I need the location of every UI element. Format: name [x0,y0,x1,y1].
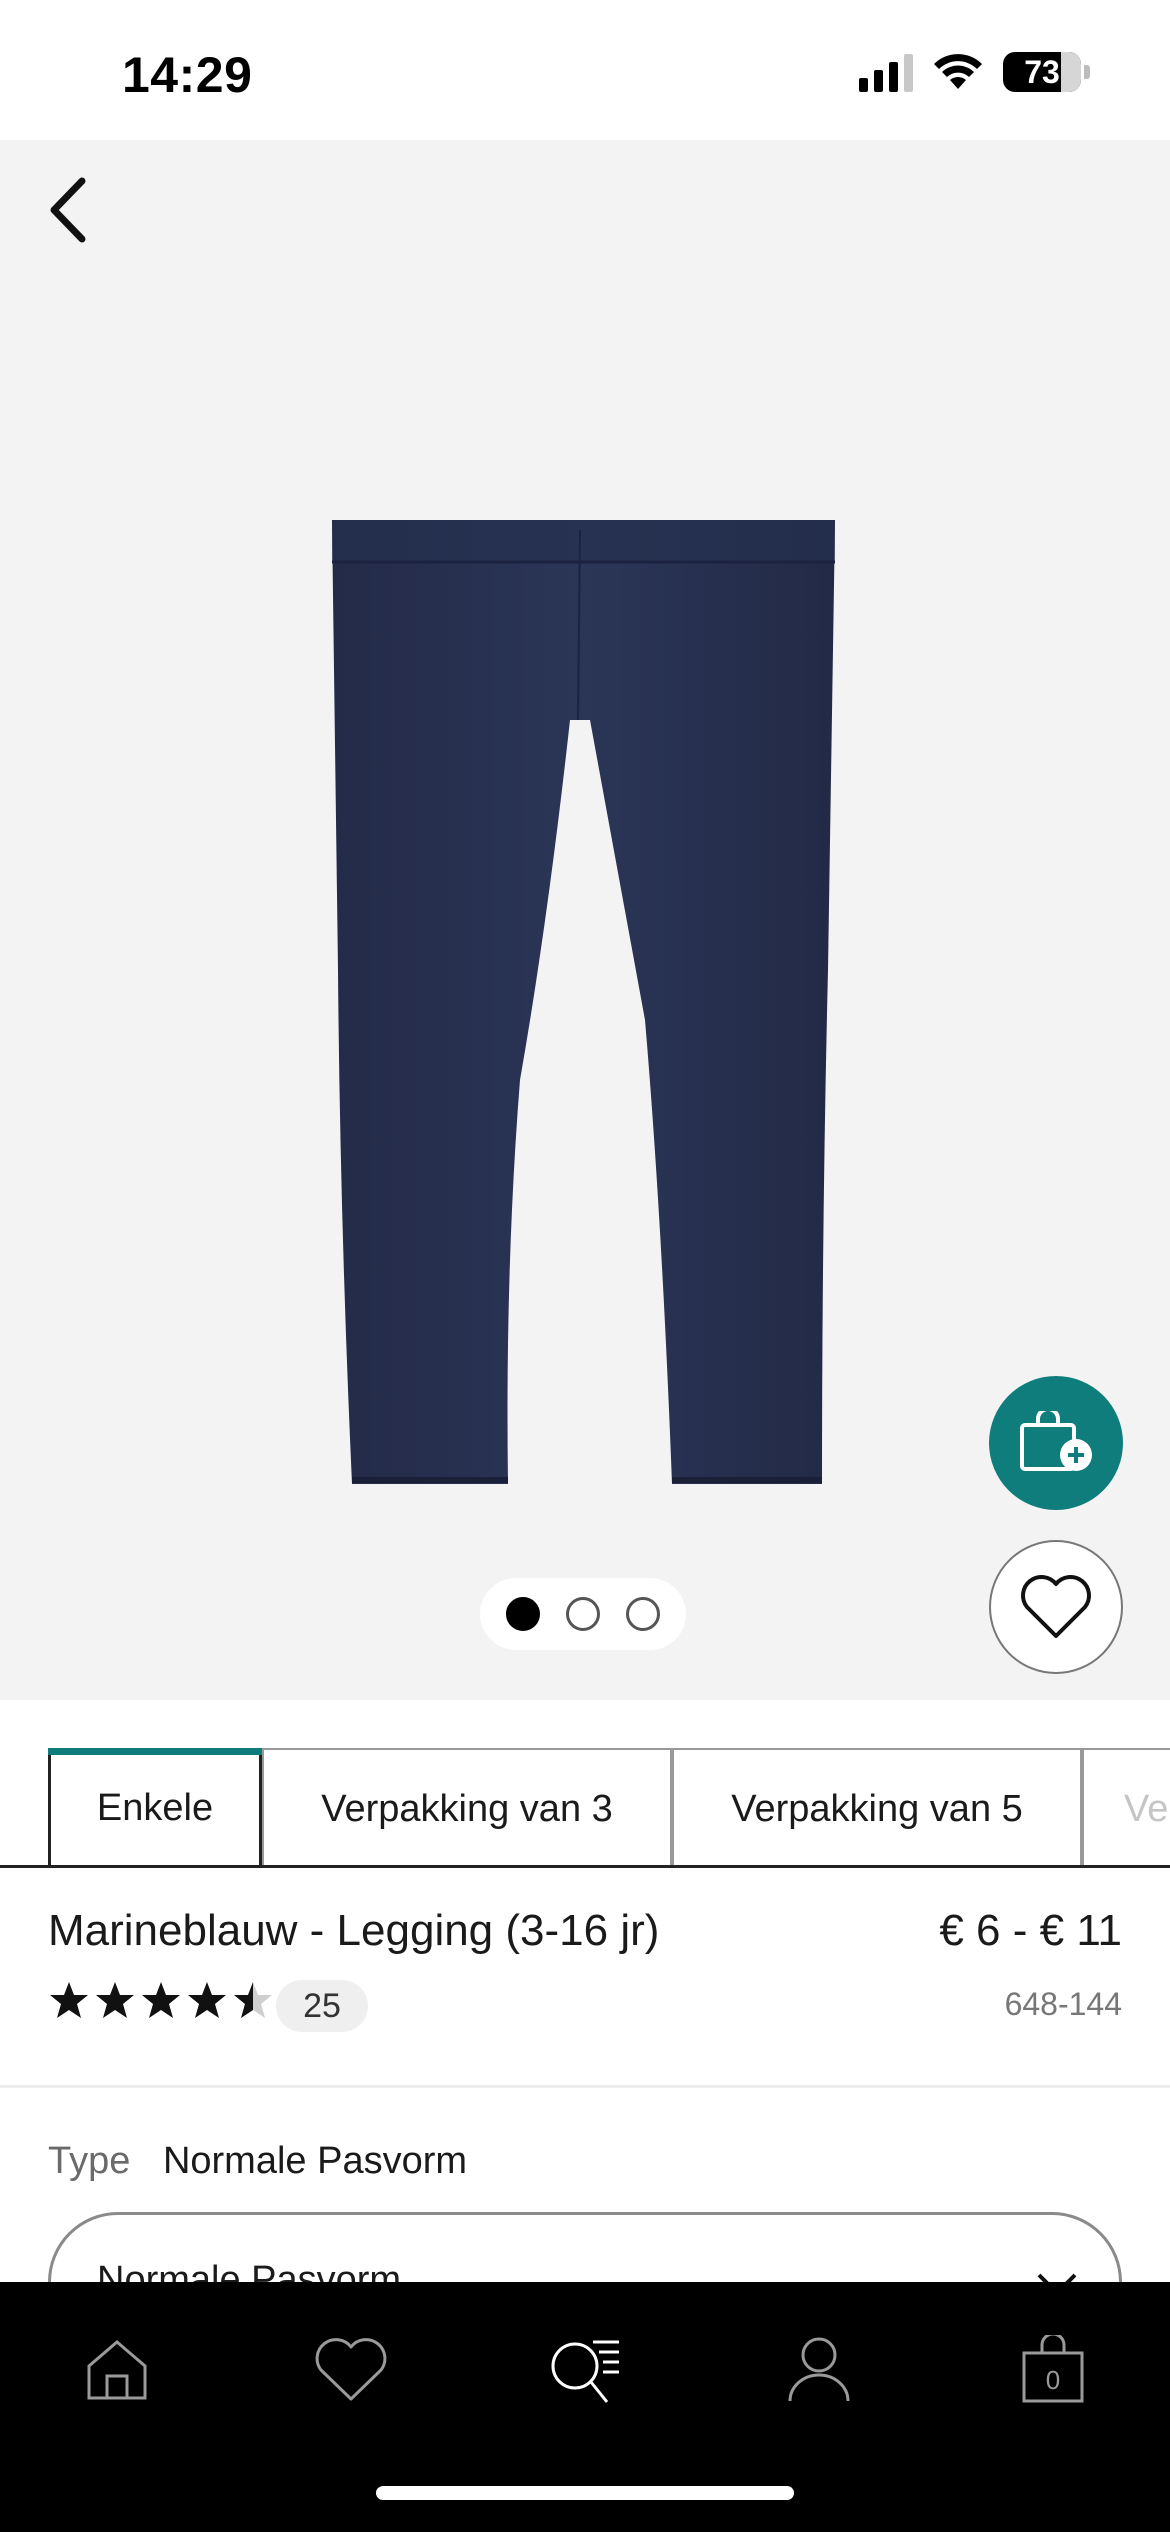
rating-stars[interactable] [48,1980,274,2020]
status-bar: 14:29 73 [0,0,1170,140]
star-icon [142,1982,180,2018]
product-info: Marineblauw - Legging (3-16 jr) € 6 - € … [0,1868,1170,2088]
pagination-dot[interactable] [506,1597,540,1631]
tab-single[interactable]: Enkele [48,1748,262,1865]
favorite-button[interactable] [989,1540,1123,1674]
status-icons: 73 [859,52,1090,92]
type-label: Type [48,2140,131,2182]
product-image-area[interactable] [0,140,1170,1700]
product-title: Marineblauw - Legging (3-16 jr) [48,1906,660,1955]
tab-pack-5[interactable]: Verpakking van 5 [672,1748,1082,1865]
back-button[interactable] [36,170,100,250]
nav-home[interactable] [57,2320,177,2420]
pagination-dot[interactable] [566,1597,600,1631]
signal-icon [859,52,913,92]
battery-level: 73 [1024,53,1060,90]
home-icon [87,2340,147,2400]
star-icon [188,1982,226,2018]
star-icon [50,1982,88,2018]
battery-icon: 73 [1003,52,1090,92]
tab-pack-3[interactable]: Verpakking van 3 [262,1748,672,1865]
type-row: Type Normale Pasvorm [48,2140,467,2183]
home-indicator [376,2486,794,2500]
add-to-bag-button[interactable] [989,1376,1123,1510]
type-value: Normale Pasvorm [162,2140,468,2182]
tab-more[interactable]: Ve [1082,1748,1170,1865]
wifi-icon [934,54,982,89]
star-icon [96,1982,134,2018]
nav-account[interactable] [759,2320,879,2420]
bag-icon: 0 [1022,2335,1084,2403]
pagination-dot[interactable] [626,1597,660,1631]
product-sku: 648-144 [1004,1986,1122,2022]
status-time: 14:29 [122,47,253,103]
pack-tabs: Enkele Verpakking van 3 Verpakking van 5… [0,1748,1170,1868]
star-half-icon [234,1982,272,2018]
chevron-left-icon [50,177,86,243]
image-pagination[interactable] [480,1578,686,1650]
bag-plus-icon [1020,1411,1092,1471]
heart-icon [1021,1575,1091,1638]
account-icon [788,2337,850,2402]
product-price: € 6 - € 11 [939,1906,1122,1955]
product-image [332,520,835,1484]
nav-favorites[interactable] [291,2320,411,2420]
nav-bag[interactable]: 0 [993,2320,1113,2420]
search-menu-icon [551,2340,619,2403]
heart-icon [315,2338,387,2401]
bag-count: 0 [1046,2365,1060,2395]
nav-search[interactable] [525,2320,645,2420]
review-count[interactable]: 25 [276,1980,368,2032]
